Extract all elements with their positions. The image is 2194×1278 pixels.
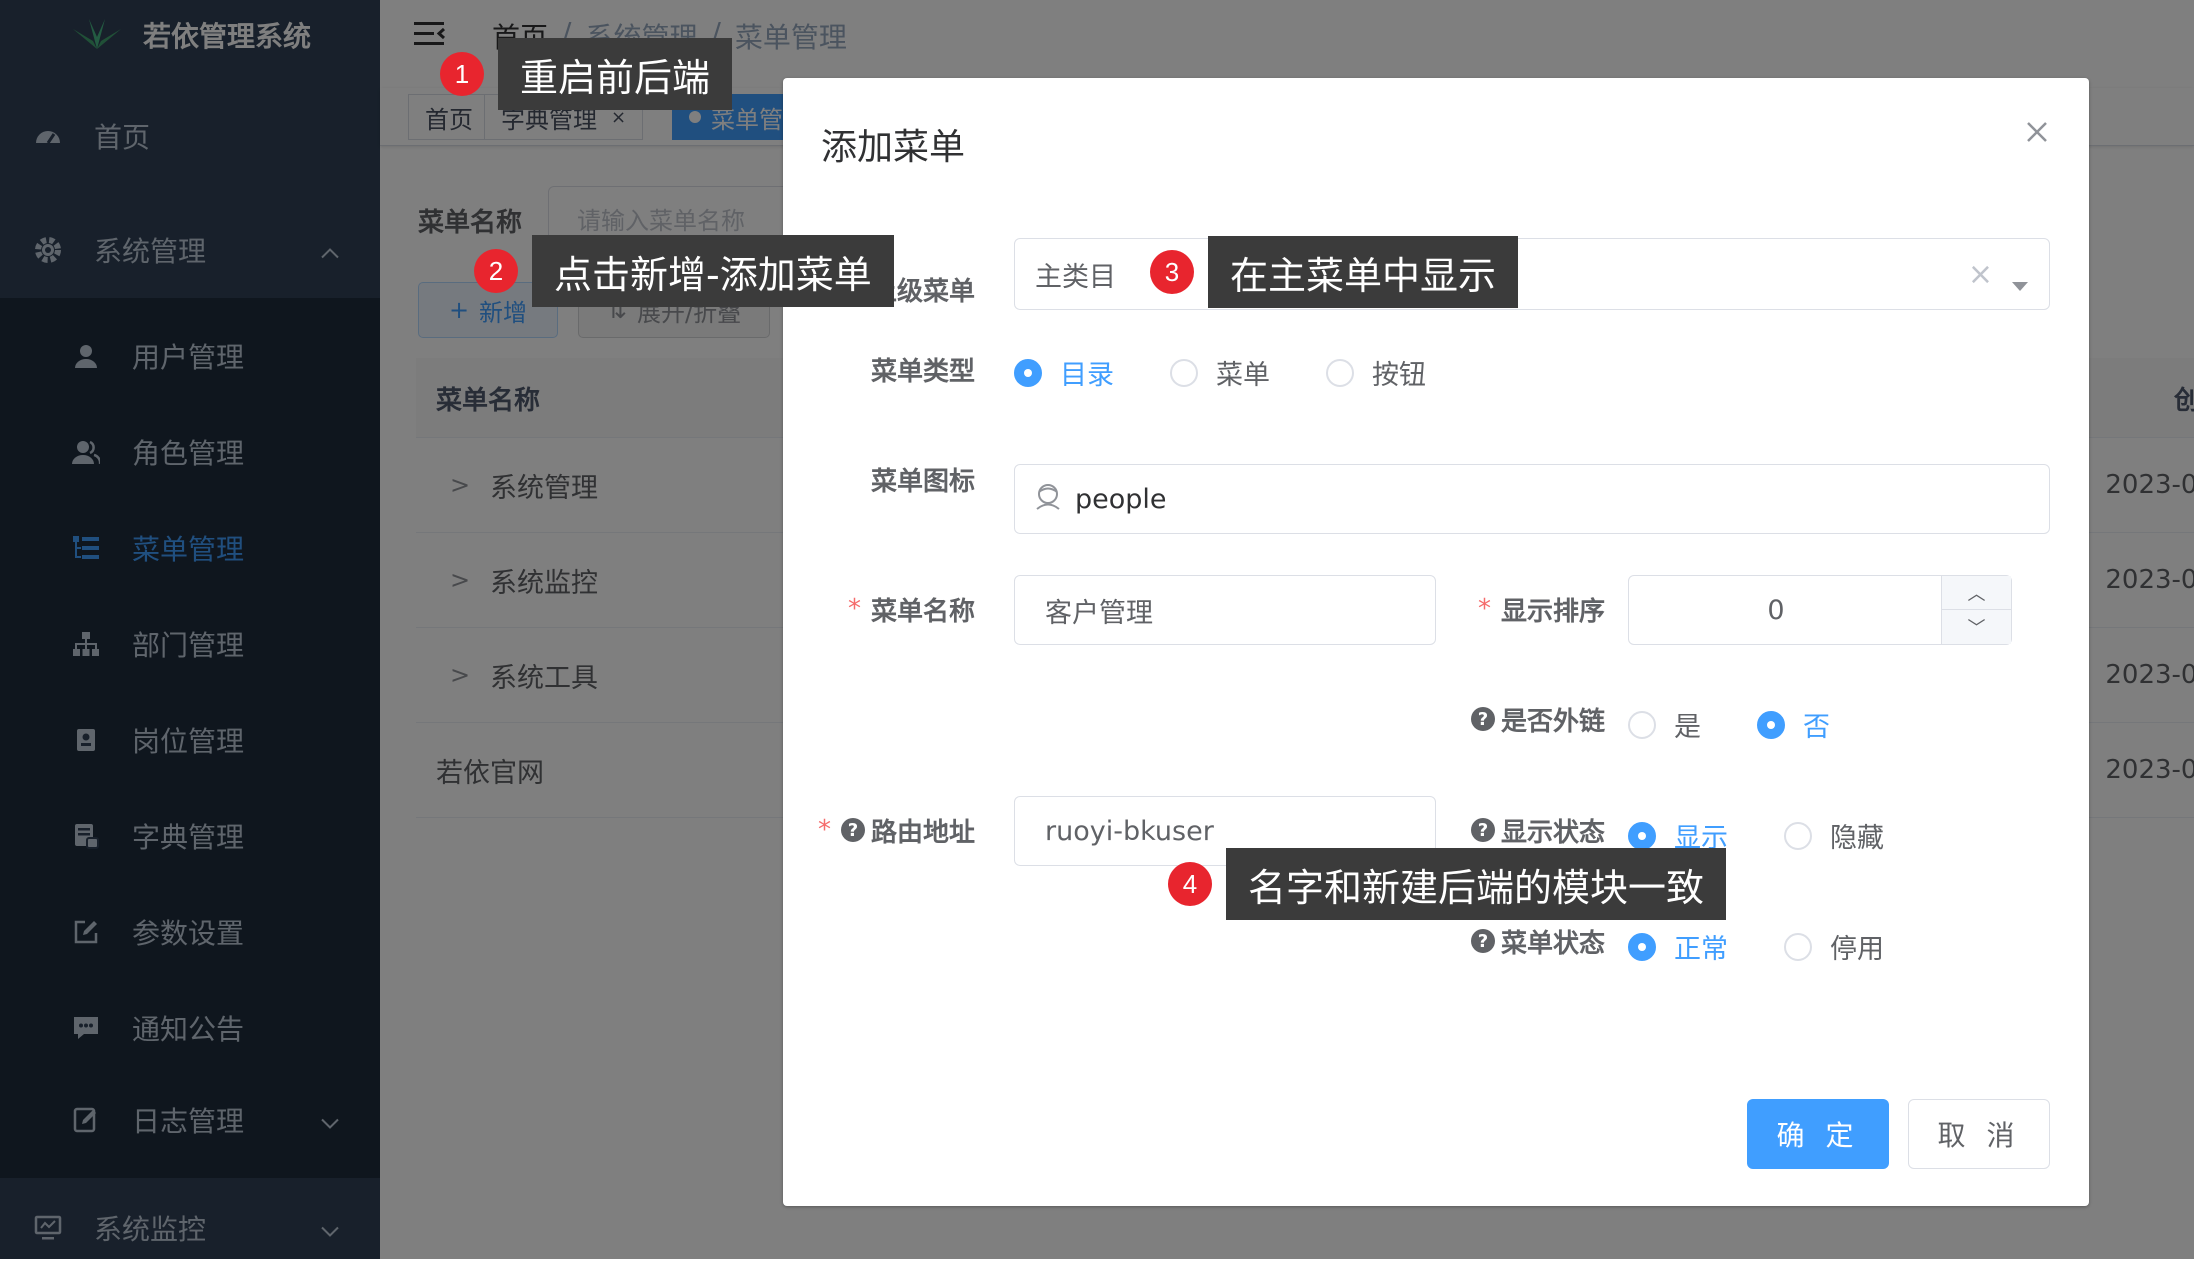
cancel-button[interactable]: 取 消 bbox=[1908, 1099, 2050, 1169]
caret-down-icon[interactable] bbox=[2011, 269, 2029, 300]
radio-dot bbox=[1628, 710, 1656, 739]
is-frame-label: ? 是否外链 bbox=[1445, 684, 1605, 754]
annotation-text: 名字和新建后端的模块一致 bbox=[1226, 848, 1727, 920]
annotation-4: 4 名字和新建后端的模块一致 bbox=[1168, 848, 1727, 920]
radio-frame-yes[interactable]: 是 bbox=[1628, 705, 1701, 744]
radio-directory[interactable]: 目录 bbox=[1014, 353, 1114, 392]
menu-type-radio-group: 目录 菜单 按钮 bbox=[1014, 353, 1482, 392]
radio-dot bbox=[1170, 358, 1198, 387]
annotation-badge: 2 bbox=[474, 249, 518, 293]
help-icon: ? bbox=[840, 818, 865, 842]
annotation-3: 3 在主菜单中显示 bbox=[1150, 236, 1519, 308]
radio-visible-hide[interactable]: 隐藏 bbox=[1784, 816, 1884, 855]
menu-name-value: 客户管理 bbox=[1045, 597, 1153, 629]
radio-status-normal[interactable]: 正常 bbox=[1628, 927, 1728, 966]
people-icon bbox=[1033, 482, 1063, 517]
menu-name-label: * 菜单名称 bbox=[847, 594, 975, 627]
annotation-text: 点击新增-添加菜单 bbox=[532, 235, 894, 307]
menu-status-radio-group: 正常 停用 bbox=[1628, 927, 1940, 966]
radio-button[interactable]: 按钮 bbox=[1326, 353, 1426, 392]
is-frame-radio-group: 是 否 bbox=[1628, 705, 1886, 744]
radio-dot bbox=[1784, 932, 1812, 961]
menu-type-label: 菜单类型 bbox=[870, 356, 975, 387]
annotation-2: 2 点击新增-添加菜单 bbox=[474, 235, 894, 307]
sort-order-stepper[interactable]: 0 ︿ ﹀ bbox=[1628, 575, 2012, 645]
annotation-badge: 1 bbox=[440, 52, 484, 96]
sort-order-label: * 显示排序 bbox=[1477, 594, 1605, 627]
annotation-badge: 4 bbox=[1168, 862, 1212, 906]
radio-frame-no[interactable]: 否 bbox=[1757, 705, 1830, 744]
radio-dot bbox=[1628, 932, 1656, 961]
clear-icon[interactable]: × bbox=[1968, 257, 1993, 292]
route-path-label: *? 路由地址 bbox=[817, 815, 975, 848]
stepper-controls: ︿ ﹀ bbox=[1941, 576, 2011, 644]
help-icon: ? bbox=[1470, 818, 1495, 842]
annotation-1: 1 重启前后端 bbox=[440, 38, 733, 110]
dialog-title: 添加菜单 bbox=[821, 127, 966, 168]
annotation-text: 重启前后端 bbox=[498, 38, 733, 110]
menu-icon-value: people bbox=[1075, 483, 1167, 515]
radio-dot bbox=[1014, 358, 1042, 387]
radio-dot bbox=[1628, 821, 1656, 850]
annotation-text: 在主菜单中显示 bbox=[1208, 236, 1519, 308]
menu-icon-label: 菜单图标 bbox=[870, 466, 975, 497]
help-icon: ? bbox=[1470, 929, 1495, 953]
menu-name-input[interactable]: 客户管理 bbox=[1014, 575, 1436, 645]
help-icon: ? bbox=[1470, 707, 1495, 731]
sort-order-value: 0 bbox=[1767, 594, 1785, 626]
decrease-icon[interactable]: ﹀ bbox=[1942, 610, 2011, 644]
route-path-value: ruoyi-bkuser bbox=[1045, 815, 1214, 847]
parent-menu-value: 主类目 bbox=[1035, 261, 1116, 293]
close-icon[interactable] bbox=[2025, 120, 2049, 148]
menu-icon-input[interactable]: people bbox=[1014, 464, 2050, 534]
radio-status-disabled[interactable]: 停用 bbox=[1784, 927, 1884, 966]
radio-menu[interactable]: 菜单 bbox=[1170, 353, 1270, 392]
annotation-badge: 3 bbox=[1150, 250, 1194, 294]
radio-dot bbox=[1784, 821, 1812, 850]
radio-dot bbox=[1757, 710, 1785, 739]
confirm-button[interactable]: 确 定 bbox=[1747, 1099, 1889, 1169]
increase-icon[interactable]: ︿ bbox=[1942, 576, 2011, 610]
radio-dot bbox=[1326, 358, 1354, 387]
